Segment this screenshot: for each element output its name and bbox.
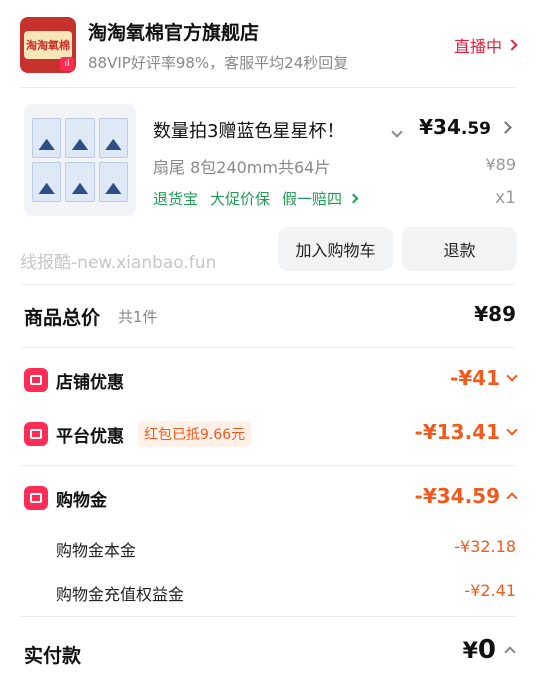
- platform-discount-value[interactable]: -¥13.41: [414, 420, 518, 444]
- paid-amount: 0: [477, 635, 496, 665]
- shop-discount-value[interactable]: -¥41: [449, 366, 518, 390]
- platform-icon: [24, 422, 48, 446]
- divider: [20, 465, 516, 466]
- chevron-up-icon: [506, 492, 518, 504]
- store-logo[interactable]: 淘淘氧棉 ıl: [20, 17, 76, 73]
- add-to-cart-button[interactable]: 加入购物车: [278, 227, 393, 271]
- paid-currency: ¥: [462, 639, 478, 664]
- price-main: ¥34: [419, 115, 461, 139]
- chevron-up-icon: [504, 646, 516, 658]
- platform-discount-amount: -¥13.41: [414, 420, 500, 444]
- pack-image: [32, 118, 62, 158]
- chevron-right-icon: [506, 39, 518, 51]
- total-label: 商品总价: [24, 307, 101, 329]
- shop-discount-amount: -¥41: [449, 366, 500, 390]
- product-price[interactable]: ¥34.59: [419, 115, 512, 139]
- store-badge-icon: ıl: [60, 57, 74, 71]
- pack-image: [98, 162, 128, 202]
- live-label: 直播中: [453, 37, 502, 56]
- title-expand-chevron-icon[interactable]: [391, 121, 403, 140]
- gold-principal-label: 购物金本金: [56, 541, 137, 560]
- store-rating-text: 88VIP好评率98%，客服平均24秒回复: [88, 54, 349, 72]
- price-cents: .59: [460, 119, 491, 139]
- product-spec: 扇尾 8包240mm共64片: [153, 158, 331, 177]
- live-link[interactable]: 直播中: [453, 33, 518, 57]
- original-price: ¥89: [485, 155, 516, 174]
- pack-image: [65, 118, 95, 158]
- guarantee-tags[interactable]: 退货宝 大促价保 假一赔四: [153, 188, 359, 209]
- total-count: 共1件: [118, 308, 158, 326]
- shop-discount-label: 店铺优惠: [56, 373, 124, 393]
- store-name[interactable]: 淘淘氧棉官方旗舰店: [88, 18, 259, 45]
- divider: [20, 87, 516, 88]
- pack-image: [98, 118, 128, 158]
- paid-value[interactable]: ¥0: [462, 635, 516, 665]
- product-quantity: x1: [495, 188, 516, 208]
- chevron-down-icon: [506, 370, 518, 382]
- paid-label: 实付款: [24, 645, 82, 667]
- store-logo-text: 淘淘氧棉: [24, 31, 72, 59]
- gold-principal-value: -¥32.18: [454, 537, 516, 556]
- product-title[interactable]: 数量拍3赠蓝色星星杯！: [153, 117, 344, 143]
- divider: [20, 347, 516, 348]
- tag-fake-compensation: 假一赔四: [282, 190, 343, 208]
- shopping-bag-icon: [24, 486, 48, 510]
- watermark-text: 线报酷-new.xianbao.fun: [20, 253, 217, 273]
- pack-image: [32, 162, 62, 202]
- refund-button[interactable]: 退款: [402, 227, 517, 271]
- gold-bonus-label: 购物金充值权益金: [56, 585, 185, 604]
- chevron-right-icon: [348, 193, 359, 204]
- chevron-down-icon: [506, 424, 518, 436]
- tag-return-insurance: 退货宝: [153, 190, 199, 208]
- red-packet-badge: 红包已抵9.66元: [138, 421, 252, 447]
- product-image[interactable]: [24, 104, 136, 216]
- shopping-gold-value[interactable]: -¥34.59: [414, 484, 518, 508]
- chevron-right-icon: [499, 120, 512, 134]
- tag-price-protect: 大促价保: [210, 190, 271, 208]
- shopping-gold-label: 购物金: [56, 491, 107, 511]
- total-value: ¥89: [474, 302, 516, 326]
- shopping-gold-amount: -¥34.59: [414, 484, 500, 508]
- platform-discount-label: 平台优惠: [56, 427, 124, 447]
- divider: [20, 616, 516, 617]
- divider: [20, 284, 516, 285]
- shop-icon: [24, 368, 48, 392]
- gold-bonus-value: -¥2.41: [464, 581, 516, 600]
- pack-image: [65, 162, 95, 202]
